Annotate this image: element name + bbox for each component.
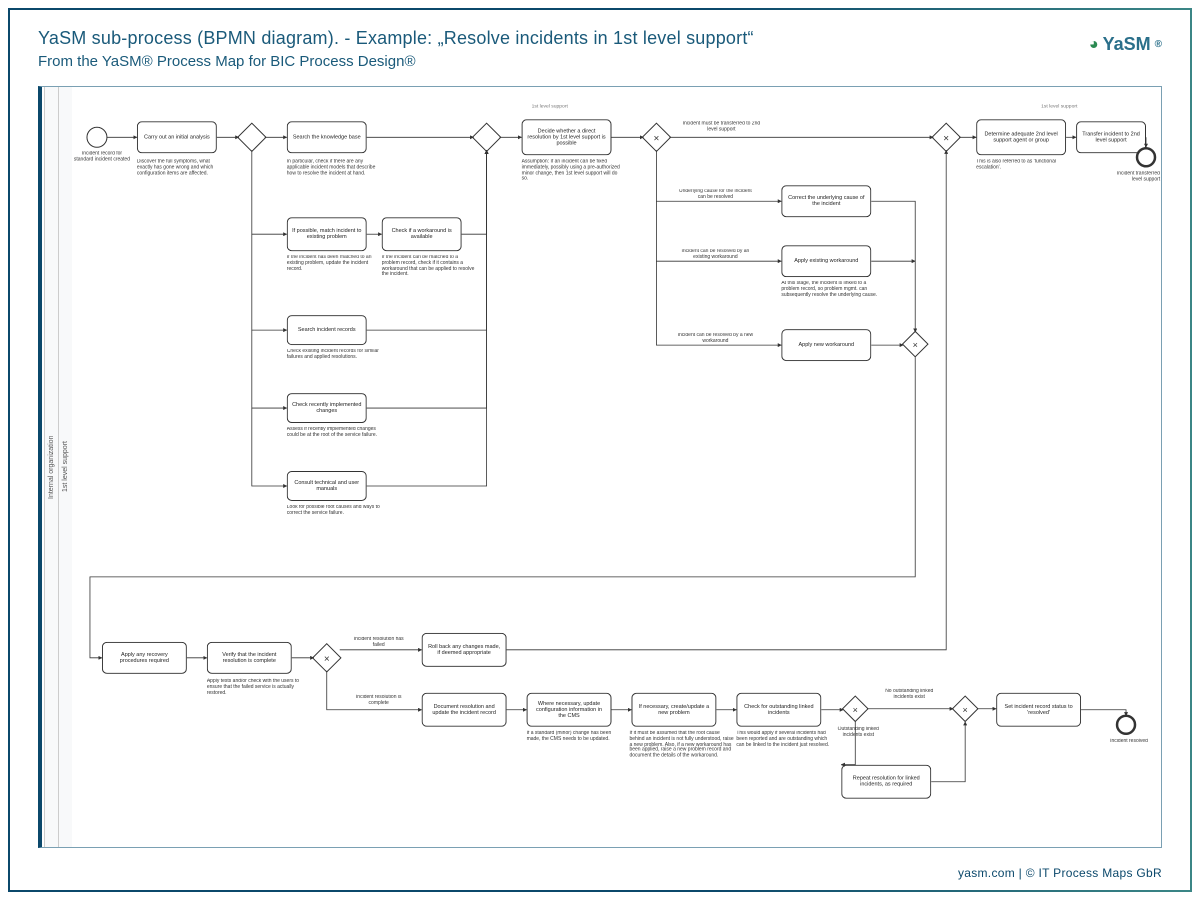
annotation-check-wa: If the incident can be matched to a prob… — [382, 255, 477, 299]
annotation-match-problem: If the incident has been matched to an e… — [287, 255, 377, 291]
end-event-transfer-icon — [1137, 148, 1155, 166]
gateway-label-underlying: Underlying cause for the incident can be… — [676, 189, 754, 215]
svg-text:×: × — [654, 133, 660, 144]
brand-reg: ® — [1155, 39, 1162, 50]
annotation-check-linked: This would apply if several incidents ha… — [736, 731, 836, 781]
task-determine-2nd: Determine adequate 2nd level support age… — [976, 119, 1066, 155]
gateway-after-verify: × — [313, 644, 341, 672]
task-verify-complete: Verify that the incident resolution is c… — [207, 642, 292, 674]
header: YaSM sub-process (BPMN diagram). - Examp… — [10, 10, 1190, 80]
task-search-incidents: Search incident records — [287, 315, 367, 345]
start-event-label: Incident record for standard incident cr… — [72, 151, 132, 181]
gateway-label-new-wa: Incident can be resolved by a new workar… — [676, 333, 754, 359]
annotation-analysis: Discover the full symptoms, what exactly… — [137, 159, 227, 199]
footer-copyright: yasm.com | © IT Process Maps GbR — [10, 860, 1190, 890]
annotation-raise-problem: If it must be assumed that the root caus… — [629, 731, 734, 787]
task-check-linked: Check for outstanding linked incidents — [736, 693, 821, 727]
task-set-resolved: Set incident record status to 'resolved' — [996, 693, 1081, 727]
task-correct-cause: Correct the underlying cause of the inci… — [781, 185, 871, 217]
gateway-label-res-complete: Incident resolution is complete — [350, 695, 408, 721]
end-event-transfer-label: Incident transferred to 2nd level suppor… — [1116, 171, 1161, 201]
diagram-canvas: Internal organization 1st level support … — [38, 86, 1162, 848]
annotation-kb: In particular, check if there are any ap… — [287, 159, 382, 199]
gateway-label-transfer: Incident must be transferred to 2nd leve… — [681, 121, 761, 151]
gateway-escalation: × — [932, 123, 960, 151]
gateway-label-existing-wa: Incident can be resolved by an existing … — [676, 249, 754, 275]
title-block: YaSM sub-process (BPMN diagram). - Examp… — [38, 28, 754, 70]
svg-text:×: × — [853, 705, 858, 715]
task-initial-analysis: Carry out an initial analysis — [137, 121, 217, 153]
annotation-decide-direct: Assumption: If an incident can be fixed … — [522, 159, 622, 207]
task-raise-problem: If necessary, create/update a new proble… — [631, 693, 716, 727]
annotation-update-cms: If a standard (minor) change has been ma… — [527, 731, 622, 765]
document-frame: YaSM sub-process (BPMN diagram). - Examp… — [8, 8, 1192, 892]
task-decide-direct: Decide whether a direct resolution by 1s… — [522, 119, 612, 155]
gateway-after-analysis — [238, 123, 266, 151]
task-match-problem: If possible, match incident to existing … — [287, 217, 367, 251]
task-apply-recovery: Apply any recovery procedures required — [102, 642, 187, 674]
start-event-icon — [87, 127, 107, 147]
brand-icon: ◕ — [1089, 36, 1099, 54]
task-rollback: Roll back any changes made, if deemed ap… — [422, 633, 507, 667]
task-apply-existing-wa: Apply existing workaround — [781, 245, 871, 277]
task-update-cms: Where necessary, update configuration in… — [527, 693, 612, 727]
annotation-determine-2nd: This is also referred to as 'functional … — [976, 159, 1066, 183]
gateway-linked: × — [843, 696, 868, 721]
lane-header: 1st level support — [532, 103, 569, 109]
end-event-resolved-icon — [1117, 716, 1135, 734]
svg-text:×: × — [324, 654, 330, 665]
annotation-manuals: Look for possible root causes and ways t… — [287, 505, 382, 531]
task-check-wa: Check if a workaround is available — [382, 217, 462, 251]
task-search-kb: Search the knowledge base — [287, 121, 367, 153]
brand-logo: ◕ YaSM ® — [1089, 34, 1162, 55]
annotation-existing-wa: At this stage, the incident is linked to… — [781, 281, 881, 327]
gateway-merge-kb — [472, 123, 500, 151]
gateway-merge-resolve: × — [952, 696, 977, 721]
svg-text:×: × — [963, 705, 968, 715]
end-event-resolved-label: Incident resolved — [1099, 739, 1159, 759]
task-doc-update: Document resolution and update the incid… — [422, 693, 507, 727]
page-title: YaSM sub-process (BPMN diagram). - Examp… — [38, 28, 754, 49]
bpmn-svg: 1st level support 1st level support Inci… — [42, 87, 1161, 847]
annotation-check-changes: Assess if recently implemented changes c… — [287, 427, 382, 457]
task-check-changes: Check recently implemented changes — [287, 393, 367, 423]
lane-header-2: 1st level support — [1041, 103, 1078, 109]
svg-text:×: × — [943, 133, 949, 144]
gateway-decide-path: × — [642, 123, 670, 151]
svg-text:×: × — [913, 340, 918, 350]
brand-text: YaSM — [1103, 34, 1151, 55]
gateway-merge-fix: × — [903, 331, 928, 356]
gateway-label-linked-exist: Outstanding linked incidents exist — [827, 727, 889, 749]
task-manuals: Consult technical and user manuals — [287, 471, 367, 501]
annotation-verify: Apply tests and/or check with the users … — [207, 679, 302, 713]
task-repeat-linked: Repeat resolution for linked incidents, … — [841, 765, 931, 799]
annotation-search-incidents: Check existing incident records for simi… — [287, 349, 382, 379]
task-apply-new-wa: Apply new workaround — [781, 329, 871, 361]
page-subtitle: From the YaSM® Process Map for BIC Proce… — [38, 53, 754, 70]
task-transfer-2nd: Transfer incident to 2nd level support — [1076, 121, 1146, 153]
